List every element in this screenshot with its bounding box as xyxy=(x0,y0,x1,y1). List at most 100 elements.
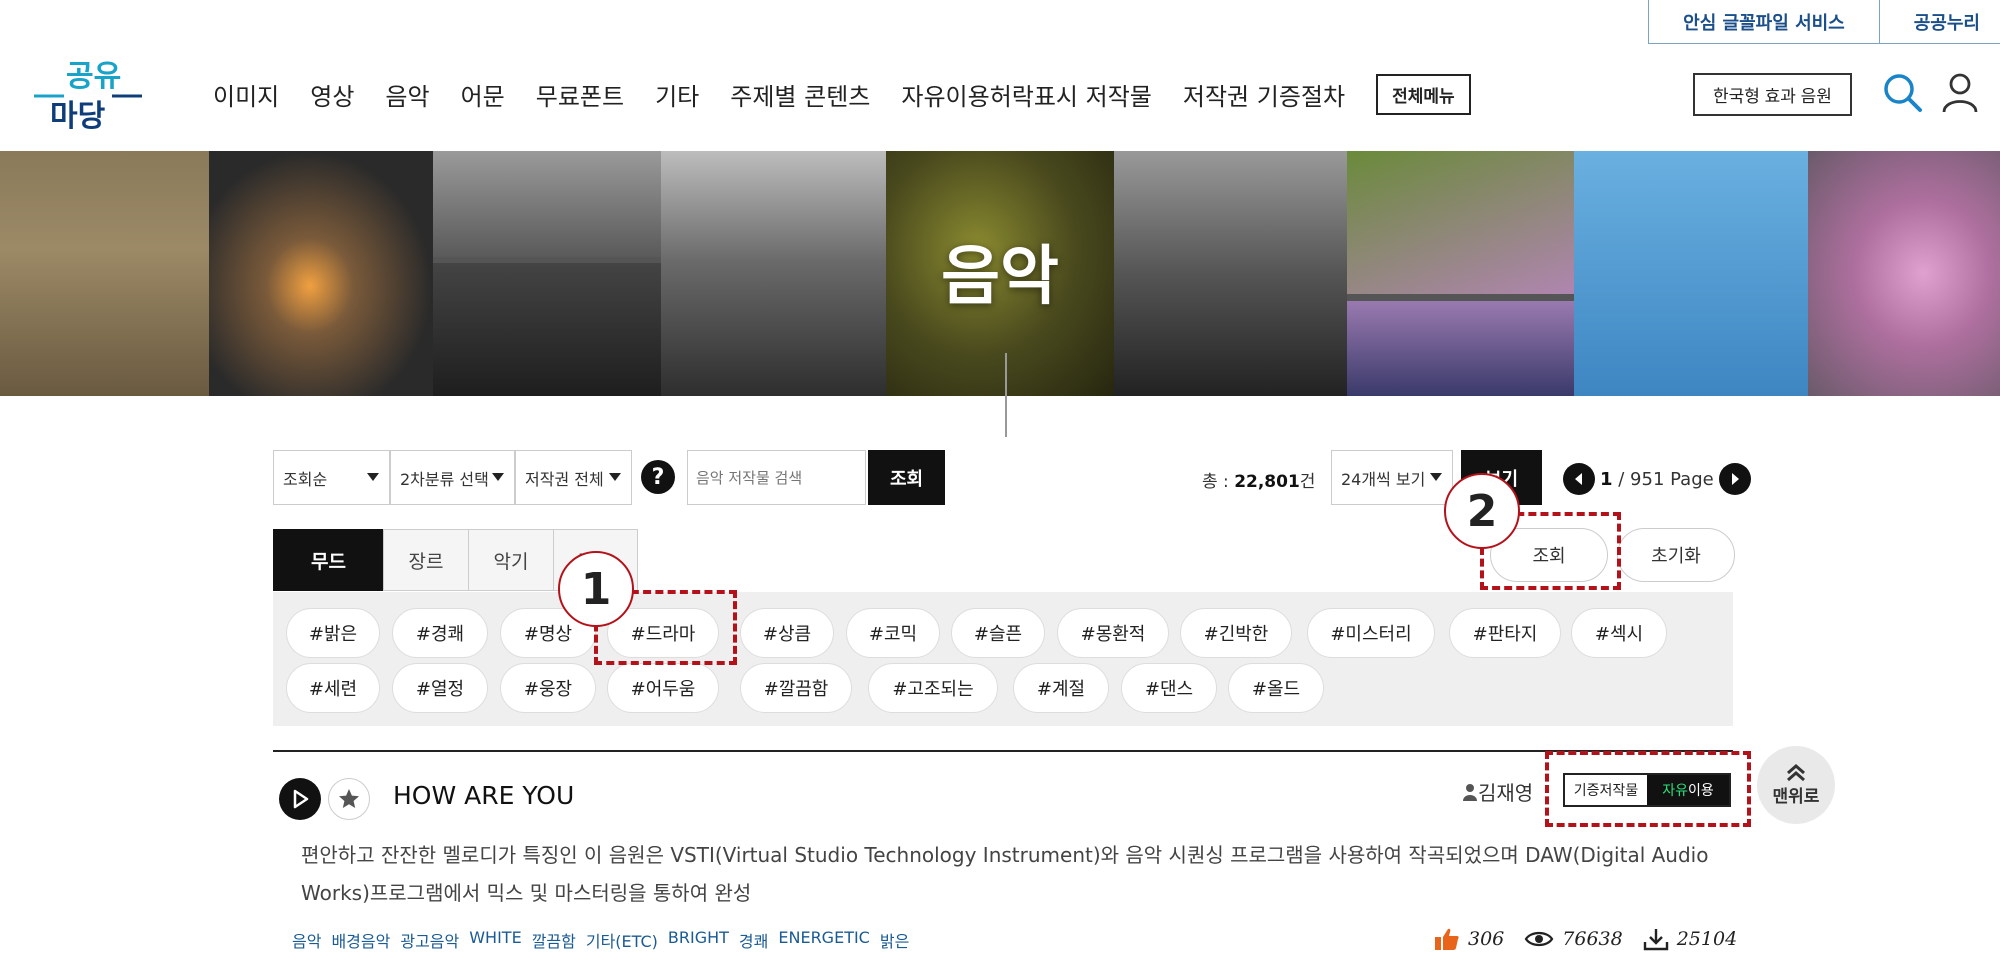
prev-page-button[interactable] xyxy=(1563,463,1595,495)
all-menu-button[interactable]: 전체메뉴 xyxy=(1376,74,1471,115)
search-input[interactable] xyxy=(687,450,866,505)
keyword-link[interactable]: 밝은 xyxy=(880,928,909,952)
svg-text:마당: 마당 xyxy=(50,99,106,134)
view-stat: 76638 xyxy=(1524,928,1623,950)
keyword-link[interactable]: WHITE xyxy=(469,928,521,952)
tag-chip[interactable]: #세련 xyxy=(286,663,380,713)
keyword-link[interactable]: 기타(ETC) xyxy=(586,928,658,952)
keyword-link[interactable]: 광고음악 xyxy=(400,928,459,952)
keyword-link[interactable]: 경쾌 xyxy=(739,928,768,952)
tag-chip[interactable]: #어두움 xyxy=(607,663,719,713)
main-nav: 이미지 영상 음악 어문 무료폰트 기타 주제별 콘텐츠 자유이용허락표시 저작… xyxy=(213,74,1471,115)
sort-select-value: 조회순 xyxy=(283,469,328,489)
song-keywords: 음악 배경음악 광고음악 WHITE 깔끔함 기타(ETC) BRIGHT 경쾌… xyxy=(292,928,919,952)
copyright-select-value: 저작권 전체 xyxy=(525,469,604,489)
nav-free-license[interactable]: 자유이용허락표시 저작물 xyxy=(901,77,1152,112)
list-top-divider xyxy=(273,750,1733,752)
page-total: / 951 Page xyxy=(1612,468,1714,490)
nav-donation[interactable]: 저작권 기증절차 xyxy=(1183,77,1345,112)
tab-mood[interactable]: 무드 xyxy=(273,529,383,591)
tag-chip[interactable]: #슬픈 xyxy=(951,608,1045,658)
tag-chip[interactable]: #밝은 xyxy=(286,608,380,658)
tag-chip[interactable]: #깔끔함 xyxy=(740,663,852,713)
public-nuri-link[interactable]: 공공누리 xyxy=(1880,0,2000,43)
play-icon xyxy=(293,789,309,809)
tag-reset-button[interactable]: 초기화 xyxy=(1617,528,1735,582)
category2-select[interactable]: 2차분류 선택 xyxy=(390,450,515,505)
nav-theme-content[interactable]: 주제별 콘텐츠 xyxy=(730,77,870,112)
copyright-select[interactable]: 저작권 전체 xyxy=(515,450,632,505)
person-icon xyxy=(1463,783,1477,801)
nav-music[interactable]: 음악 xyxy=(385,77,429,112)
page-current: 1 xyxy=(1600,468,1613,490)
tag-chip[interactable]: #경쾌 xyxy=(392,608,488,658)
tab-instrument[interactable]: 악기 xyxy=(468,529,553,591)
keyword-link[interactable]: ENERGETIC xyxy=(778,928,869,952)
nav-image[interactable]: 이미지 xyxy=(213,77,279,112)
effect-sound-button[interactable]: 한국형 효과 음원 xyxy=(1693,73,1852,116)
tag-chip[interactable]: #판타지 xyxy=(1449,608,1561,658)
download-count: 25104 xyxy=(1676,928,1738,950)
banner-title: 음악 xyxy=(941,240,1059,314)
star-icon xyxy=(339,789,359,808)
keyword-link[interactable]: BRIGHT xyxy=(668,928,729,952)
nav-etc[interactable]: 기타 xyxy=(655,77,699,112)
scroll-to-top-button[interactable]: 맨위로 xyxy=(1757,746,1835,824)
help-icon[interactable]: ? xyxy=(641,460,675,494)
tag-chip[interactable]: #미스터리 xyxy=(1307,608,1435,658)
download-stat[interactable]: 25104 xyxy=(1643,927,1737,951)
tag-chip[interactable]: #웅장 xyxy=(500,663,596,713)
song-stats: 306 76638 25104 xyxy=(1434,927,1757,951)
keyword-link[interactable]: 음악 xyxy=(292,928,321,952)
favorite-button[interactable] xyxy=(328,778,370,820)
tag-chip[interactable]: #열정 xyxy=(392,663,488,713)
search-button[interactable]: 조회 xyxy=(868,450,945,505)
tag-chip[interactable]: #계절 xyxy=(1013,663,1109,713)
tab-genre[interactable]: 장르 xyxy=(383,529,468,591)
tag-chip[interactable]: #몽환적 xyxy=(1057,608,1169,658)
site-header: 공유 마당 이미지 영상 음악 어문 무료폰트 기타 주제별 콘텐츠 자유이용허… xyxy=(0,44,2000,151)
total-unit: 건 xyxy=(1299,472,1316,492)
annotation-number-2: 2 xyxy=(1444,473,1520,549)
keyword-link[interactable]: 깔끔함 xyxy=(532,928,576,952)
thumbs-up-icon xyxy=(1435,928,1459,950)
font-service-link[interactable]: 안심 글꼴파일 서비스 xyxy=(1649,0,1880,43)
next-page-button[interactable] xyxy=(1718,463,1751,495)
tag-chip[interactable]: #상큼 xyxy=(740,608,834,658)
tag-chip[interactable]: #올드 xyxy=(1228,663,1324,713)
nav-text[interactable]: 어문 xyxy=(461,77,505,112)
keyword-link[interactable]: 배경음악 xyxy=(331,928,390,952)
tag-chip[interactable]: #섹시 xyxy=(1571,608,1667,658)
play-button[interactable] xyxy=(279,778,321,820)
chevron-down-icon xyxy=(1430,473,1442,481)
logo[interactable]: 공유 마당 xyxy=(34,52,144,137)
total-label: 총 : xyxy=(1202,472,1235,492)
annotation-box-3 xyxy=(1545,751,1751,827)
like-count: 306 xyxy=(1468,928,1505,950)
pagination: 1 / 951 Page xyxy=(1563,463,1751,495)
song-title[interactable]: HOW ARE YOU xyxy=(393,781,574,810)
chevron-right-icon xyxy=(1731,473,1739,485)
download-icon xyxy=(1643,929,1668,951)
nav-free-font[interactable]: 무료폰트 xyxy=(536,77,624,112)
chevron-left-icon xyxy=(1575,473,1582,485)
chevron-down-icon xyxy=(492,473,504,481)
user-icon[interactable] xyxy=(1938,70,1982,114)
per-page-select[interactable]: 24개씩 보기 xyxy=(1331,450,1453,505)
chevron-down-icon xyxy=(609,473,621,481)
nav-video[interactable]: 영상 xyxy=(310,77,354,112)
sort-select[interactable]: 조회순 xyxy=(273,450,390,505)
category2-select-value: 2차분류 선택 xyxy=(400,469,489,489)
like-stat[interactable]: 306 xyxy=(1434,927,1504,951)
svg-text:공유: 공유 xyxy=(66,59,121,94)
tag-chip[interactable]: #댄스 xyxy=(1121,663,1217,713)
song-author: 김재영 xyxy=(1462,777,1533,806)
tag-chip[interactable]: #고조되는 xyxy=(868,663,998,713)
chevron-down-icon xyxy=(367,473,379,481)
tag-chip[interactable]: #긴박한 xyxy=(1180,608,1292,658)
scroll-to-top-label: 맨위로 xyxy=(1772,786,1820,807)
search-icon[interactable] xyxy=(1880,70,1924,114)
top-utility-bar: 안심 글꼴파일 서비스 공공누리 xyxy=(1648,0,2000,44)
tag-chip[interactable]: #코믹 xyxy=(846,608,940,658)
hero-banner: 음악 홈 xyxy=(0,151,2000,396)
